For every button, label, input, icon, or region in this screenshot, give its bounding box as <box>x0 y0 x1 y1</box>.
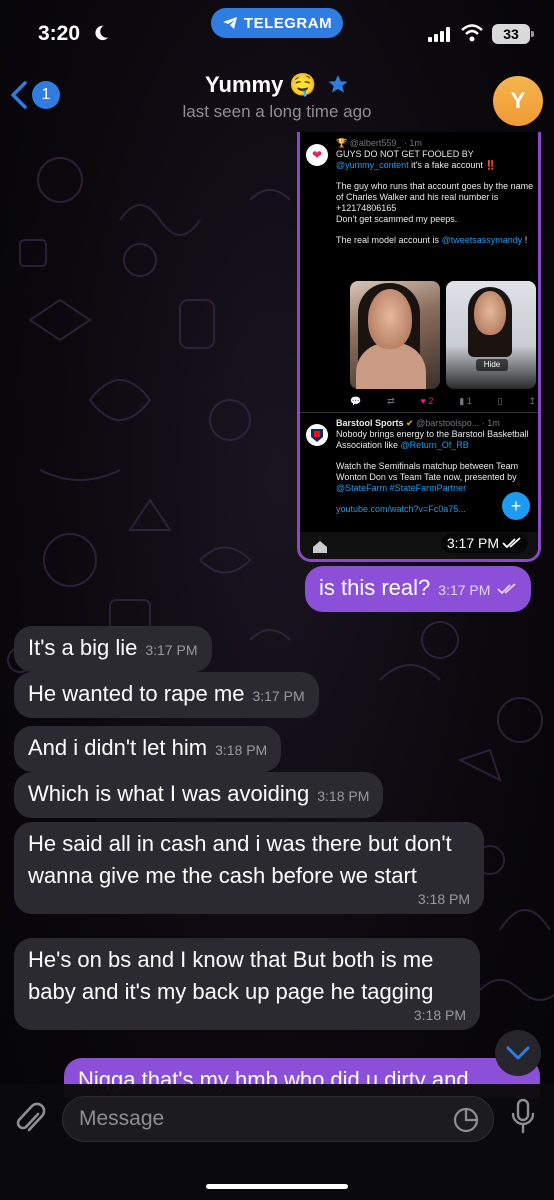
message-time: 3:18 PM <box>215 742 268 758</box>
message-text: He said all in cash and i was there but … <box>28 831 452 888</box>
double-check-icon <box>496 583 516 595</box>
tweet-author: Barstool Sports ✔ @barstoolspo... · 1m <box>336 418 500 428</box>
telegram-icon <box>222 17 237 29</box>
message-field[interactable] <box>62 1096 494 1142</box>
tweet-line: The guy who runs that account goes by th… <box>336 181 534 213</box>
share-icon: ↥ <box>528 396 536 406</box>
tweet-line: The real model account is @tweetsassyman… <box>336 235 528 245</box>
double-check-icon <box>502 537 521 549</box>
incoming-message[interactable]: It's a big lie 3:17 PM <box>14 626 212 672</box>
chat-title-text: Yummy 🤤 <box>205 72 317 97</box>
message-text: He wanted to rape me <box>28 681 245 706</box>
media-photo <box>350 281 440 389</box>
screenshot-image-message[interactable]: ❤ 🏆 @albert559_ · 1m GUYS DO NOT GET FOO… <box>297 132 541 562</box>
scroll-down-button[interactable] <box>495 1030 541 1076</box>
tweet-actions: 💬 ⇄ ♥ 2 ▮ 1 ▯ ↥ <box>350 396 536 407</box>
tweet-line: GUYS DO NOT GET FOOLED BY @yummy_content … <box>336 149 497 170</box>
message-text: He's on bs and I know that But both is m… <box>28 947 434 1004</box>
message-text: It's a big lie <box>28 635 138 660</box>
tweet-line: Watch the Semifinals matchup between Tea… <box>336 461 519 493</box>
moon-icon <box>95 25 109 41</box>
chat-header: 1 Yummy 🤤 last seen a long time ago Y <box>0 62 554 132</box>
tweet-handle: 🏆 @albert559_ · 1m <box>336 138 422 148</box>
message-time: 3:17 PM <box>145 642 198 658</box>
home-indicator <box>206 1184 348 1189</box>
tweet-line: Don't get scammed my peeps. <box>336 214 458 224</box>
incoming-message[interactable]: And i didn't let him 3:18 PM <box>14 726 282 772</box>
message-text: Which is what I was avoiding <box>28 781 310 806</box>
hide-label: Hide <box>476 359 508 371</box>
message-input[interactable] <box>79 1097 439 1141</box>
reply-icon: 💬 <box>350 396 362 406</box>
tweet-line: Nobody brings energy to the Barstool Bas… <box>336 429 529 450</box>
divider <box>300 412 538 413</box>
message-time: 3:18 PM <box>317 788 370 804</box>
media-photo: Hide <box>446 281 536 389</box>
chat-title[interactable]: Yummy 🤤 <box>0 72 554 98</box>
last-seen-status: last seen a long time ago <box>182 102 372 121</box>
microphone-icon[interactable] <box>510 1098 536 1136</box>
outgoing-message[interactable]: is this real? 3:17 PM <box>305 566 531 612</box>
compose-plus-icon: + <box>502 492 530 520</box>
likes-count: ♥ 2 <box>420 396 434 406</box>
telegram-pill-label: TELEGRAM <box>243 14 333 32</box>
message-time: 3:17 PM <box>252 688 305 704</box>
retweet-icon: ⇄ <box>387 396 395 406</box>
bookmark-icon: ▯ <box>497 396 503 406</box>
heart-icon: ❤ <box>306 144 328 166</box>
tweet-media: Hide <box>350 281 536 389</box>
incoming-message[interactable]: He's on bs and I know that But both is m… <box>14 938 480 1030</box>
status-time: 3:20 <box>38 22 81 45</box>
message-time: 3:17 PM <box>438 582 491 598</box>
incoming-message[interactable]: He wanted to rape me 3:17 PM <box>14 672 319 718</box>
home-icon <box>313 541 327 553</box>
telegram-return-pill[interactable]: TELEGRAM <box>211 8 343 38</box>
sticker-icon[interactable] <box>453 1107 479 1133</box>
message-input-bar <box>0 1084 554 1200</box>
views-count: ▮ 1 <box>459 396 472 406</box>
avatar[interactable]: Y <box>493 76 543 126</box>
message-time: 3:18 PM <box>413 1007 466 1023</box>
battery-indicator: 33 <box>492 24 534 44</box>
paperclip-icon[interactable] <box>14 1100 46 1138</box>
wifi-icon <box>461 24 483 42</box>
barstool-logo-icon <box>306 424 328 446</box>
message-text: And i didn't let him <box>28 735 208 760</box>
signal-icon <box>428 27 450 42</box>
incoming-message[interactable]: He said all in cash and i was there but … <box>14 822 484 914</box>
chevron-down-icon <box>506 1046 530 1060</box>
message-time: 3:18 PM <box>417 891 470 907</box>
message-time: 3:17 PM <box>440 533 528 553</box>
incoming-message[interactable]: Which is what I was avoiding 3:18 PM <box>14 772 384 818</box>
star-icon <box>328 75 348 93</box>
status-bar: 3:20 TELEGRAM 33 <box>0 0 554 62</box>
message-text: is this real? <box>319 575 431 600</box>
